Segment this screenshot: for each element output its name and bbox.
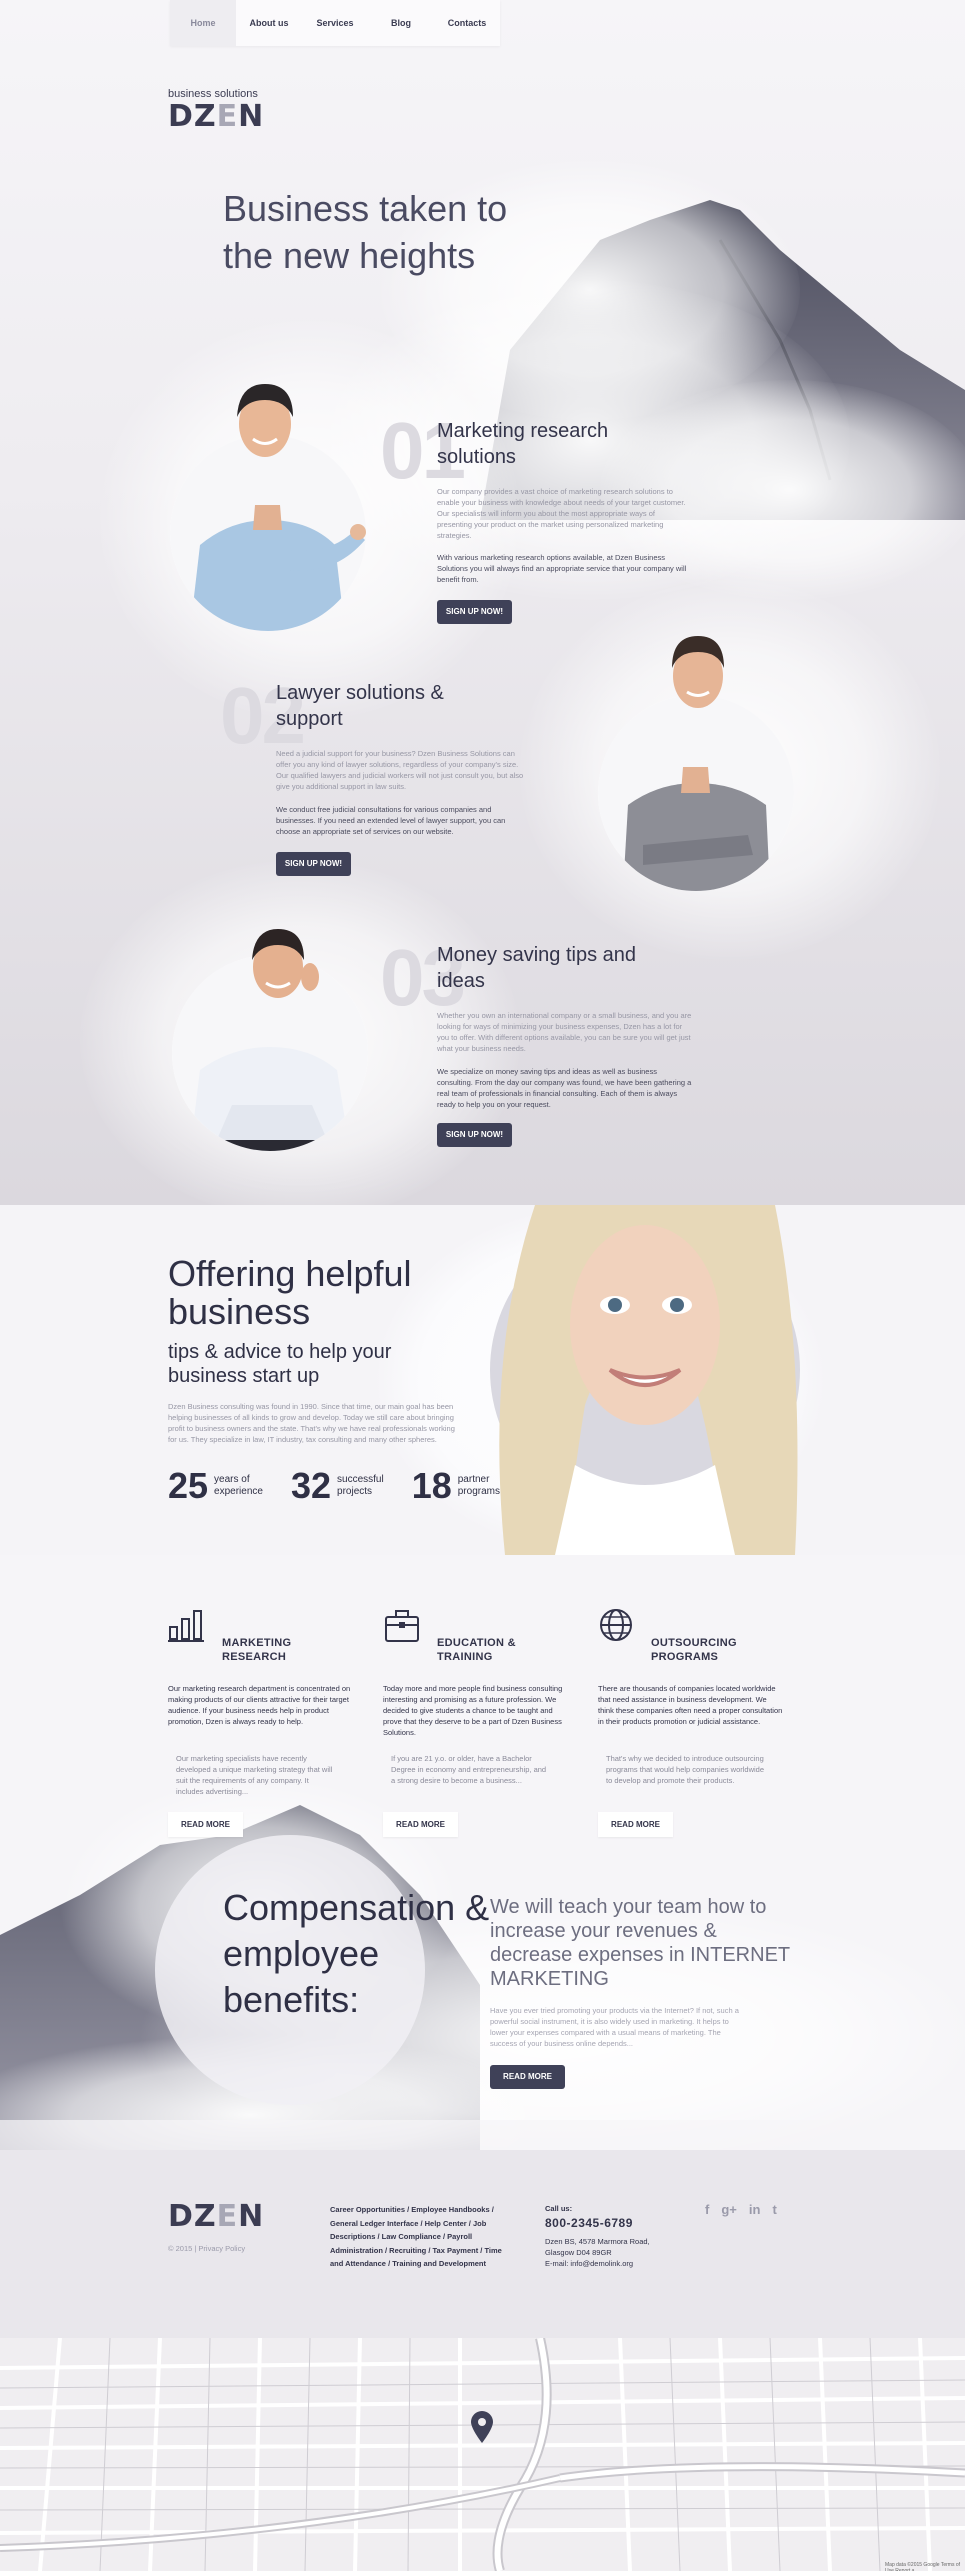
briefcase-icon	[385, 1610, 419, 1642]
footer-logo[interactable]: DZEN	[168, 2200, 264, 2234]
facebook-icon[interactable]: f	[705, 2202, 709, 2217]
stat-number: 18	[411, 1465, 452, 1506]
person-head-3	[252, 929, 319, 998]
logo-part: N	[238, 99, 265, 134]
feature-text-1: Our marketing research department is con…	[168, 1684, 351, 1726]
stat-item: 25 years of experience	[168, 1465, 263, 1507]
brand-logo[interactable]: business solutions DZEN	[168, 88, 264, 134]
feature-title-2: EDUCATION & TRAINING	[437, 1636, 516, 1664]
google-plus-icon[interactable]: g+	[721, 2202, 737, 2217]
phone-number[interactable]: 800-2345-6789	[545, 2216, 650, 2230]
feature-text-2: Today more and more people find business…	[383, 1684, 563, 1737]
globe-icon	[600, 1609, 632, 1641]
nav-services[interactable]: Services	[302, 0, 368, 46]
logo-part: DZ	[168, 2199, 217, 2234]
service-text-2: Need a judicial support for your busines…	[276, 749, 524, 791]
nav-about[interactable]: About us	[236, 0, 302, 46]
features-section: MARKETING RESEARCH Our marketing research…	[0, 1555, 965, 2150]
service-title-3: Money saving tips and ideas	[437, 944, 637, 992]
service-title-2: Lawyer solutions & support	[276, 682, 444, 730]
map[interactable]: Map data ©2015 Google Terms of Use Repor…	[0, 2338, 965, 2571]
feature-text2-3: That's why we decided to introduce outso…	[606, 1754, 764, 1785]
sign-up-button-1[interactable]: SIGN UP NOW!	[437, 600, 512, 624]
stat-label-line: years of	[214, 1474, 250, 1485]
service-text2-3: We specialize on money saving tips and i…	[437, 1067, 692, 1109]
sign-up-button-3[interactable]: SIGN UP NOW!	[437, 1123, 512, 1147]
feature-text2-2: If you are 21 y.o. or older, have a Bach…	[391, 1754, 547, 1785]
map-marker-icon[interactable]	[470, 2410, 494, 2444]
nav-blog[interactable]: Blog	[368, 0, 434, 46]
read-more-button-2[interactable]: READ MORE	[383, 1812, 458, 1837]
service-text2-1: With various marketing research options …	[437, 553, 687, 584]
stat-label: years of experience	[214, 1474, 263, 1498]
logo-part: N	[238, 2199, 265, 2234]
stat-item: 18 partner programs	[412, 1465, 500, 1507]
offering-section: Offering helpful business tips & advice …	[0, 1205, 965, 1555]
feature-title-1: MARKETING RESEARCH	[222, 1636, 291, 1664]
person-photo-2	[598, 695, 794, 891]
feature-title-3: OUTSOURCING PROGRAMS	[651, 1636, 737, 1664]
service-text-3: Whether you own an international company…	[437, 1011, 692, 1053]
service-text2-2: We conduct free judicial consultations f…	[276, 805, 506, 836]
feature-title-line: OUTSOURCING	[651, 1637, 737, 1649]
logo-part: DZ	[168, 99, 217, 134]
feature-title-line: TRAINING	[437, 1651, 493, 1663]
address-line: Glasgow D04 89GR	[545, 2248, 612, 2257]
footer: DZEN © 2015 | Privacy Policy Career Oppo…	[0, 2150, 965, 2338]
linkedin-icon[interactable]: in	[749, 2202, 761, 2217]
nav-home[interactable]: Home	[170, 0, 236, 46]
stat-label: partner programs	[458, 1474, 500, 1498]
feature-title-line: RESEARCH	[222, 1651, 287, 1663]
call-label: Call us:	[545, 2204, 573, 2213]
offer-subtitle: tips & advice to help your business star…	[168, 1341, 392, 1387]
service-title-1: Marketing research solutions	[437, 420, 609, 468]
twitter-icon[interactable]: t	[772, 2202, 776, 2217]
stat-label-line: projects	[337, 1486, 373, 1497]
map-streets	[0, 2338, 965, 2571]
read-more-button-comp[interactable]: READ MORE	[490, 2065, 565, 2089]
read-more-button-1[interactable]: READ MORE	[168, 1812, 243, 1837]
logo-e: E	[216, 2199, 239, 2234]
nav-contacts[interactable]: Contacts	[434, 0, 500, 46]
person-head-2	[672, 636, 724, 708]
stat-item: 32 successful projects	[291, 1465, 384, 1507]
feature-text-3: There are thousands of companies located…	[598, 1684, 783, 1726]
sign-up-button-2[interactable]: SIGN UP NOW!	[276, 852, 351, 876]
compensation-title: Compensation & employee benefits:	[223, 1887, 490, 2020]
stat-label-line: successful	[337, 1474, 384, 1485]
compensation-subtitle: We will teach your team how to increase …	[490, 1896, 790, 1990]
contact-block: Call us: 800-2345-6789 Dzen BS, 4578 Mar…	[545, 2204, 650, 2269]
stat-label-line: programs	[457, 1486, 500, 1497]
main-nav: Home About us Services Blog Contacts	[170, 0, 500, 46]
map-attribution: Map data ©2015 Google Terms of Use Repor…	[885, 2562, 961, 2571]
feature-title-line: EDUCATION &	[437, 1637, 516, 1649]
stat-label-line: experience	[214, 1486, 263, 1497]
service-text-1: Our company provides a vast choice of ma…	[437, 487, 686, 540]
offer-text: Dzen Business consulting was found in 19…	[168, 1402, 455, 1444]
email-link[interactable]: E-mail: info@demolink.org	[545, 2258, 650, 2269]
person-head-1	[237, 384, 293, 457]
stat-number: 25	[168, 1465, 209, 1506]
feature-title-line: PROGRAMS	[651, 1651, 719, 1663]
feature-text2-1: Our marketing specialists have recently …	[176, 1754, 333, 1796]
footer-links[interactable]: Career Opportunities / Employee Handbook…	[330, 2203, 505, 2271]
logo-word: DZEN	[168, 100, 264, 134]
bar-chart-icon	[168, 1610, 204, 1642]
feature-title-line: MARKETING	[222, 1637, 292, 1649]
stat-label: successful projects	[337, 1474, 384, 1498]
copyright[interactable]: © 2015 | Privacy Policy	[168, 2244, 245, 2253]
read-more-button-3[interactable]: READ MORE	[598, 1812, 673, 1837]
stat-number: 32	[290, 1465, 332, 1506]
social-links: f g+ in t	[705, 2202, 777, 2217]
logo-e: E	[216, 99, 239, 134]
address-line: Dzen BS, 4578 Marmora Road,	[545, 2237, 650, 2246]
stat-label-line: partner	[457, 1474, 490, 1485]
offer-title: Offering helpful business	[168, 1253, 412, 1332]
compensation-text: Have you ever tried promoting your produ…	[490, 2006, 739, 2048]
hero-title: Business taken to the new heights	[223, 188, 508, 276]
stats-row: 25 years of experience 32 successful proje…	[168, 1465, 500, 1507]
